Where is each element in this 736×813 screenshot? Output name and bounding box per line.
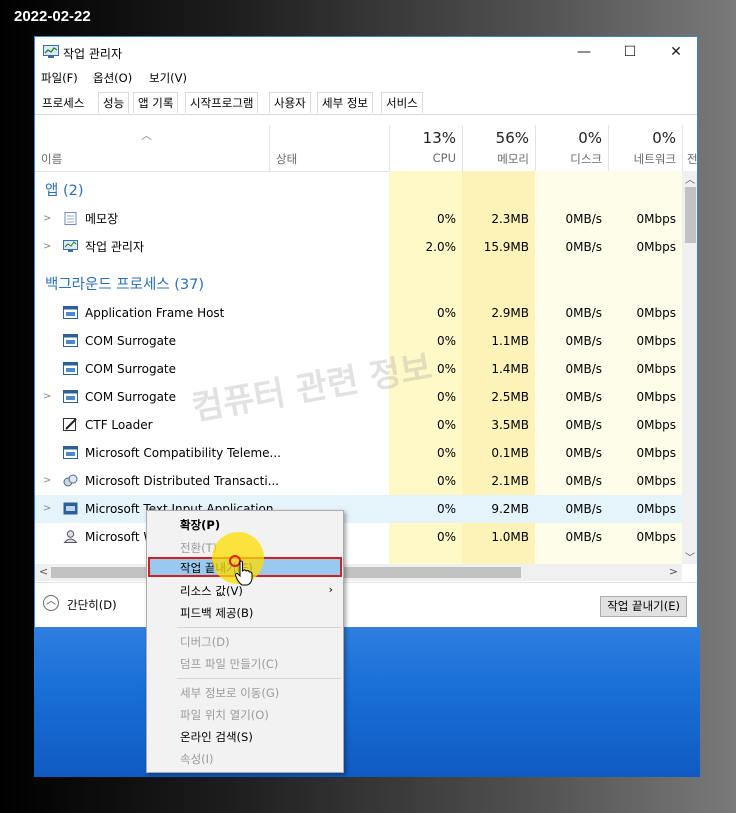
process-row[interactable]: Microsoft Compatibility Teleme... 0% 0.1… — [35, 439, 682, 467]
tab-performance[interactable]: 성능 — [98, 92, 130, 113]
menu-item-feedback[interactable]: 피드백 제공(B) — [180, 605, 253, 621]
text-input-icon — [63, 502, 78, 515]
ctf-loader-icon — [63, 418, 77, 431]
menu-item-search-online[interactable]: 온라인 검색(S) — [180, 729, 253, 745]
vertical-scroll-thumb[interactable] — [685, 187, 696, 243]
process-row[interactable]: > Microsoft Distributed Transacti... 0% … — [35, 467, 682, 495]
app-window-icon — [63, 446, 78, 459]
vertical-scrollbar[interactable]: ︿ ﹀ — [682, 171, 697, 564]
tab-details[interactable]: 세부 정보 — [317, 92, 373, 113]
expand-chevron-icon[interactable]: > — [43, 233, 51, 261]
task-manager-icon — [63, 240, 78, 252]
group-apps[interactable]: 앱 (2) — [45, 177, 84, 205]
app-window-icon — [63, 390, 78, 403]
process-row[interactable]: CTF Loader 0% 3.5MB 0MB/s 0Mbps — [35, 411, 682, 439]
col-network[interactable]: 0% 네트워크 — [608, 125, 682, 171]
process-row[interactable]: Microsoft W 0% 1.0MB 0MB/s 0Mbps — [35, 523, 682, 551]
process-row[interactable]: > COM Surrogate 0% 2.5MB 0MB/s 0Mbps — [35, 383, 682, 411]
scroll-up-icon[interactable]: ︿ — [685, 171, 695, 186]
menu-bar: 파일(F) 옵션(O) 보기(V) — [35, 67, 697, 87]
col-disk[interactable]: 0% 디스크 — [535, 125, 608, 171]
expand-chevron-icon[interactable]: > — [43, 495, 51, 523]
notepad-icon — [64, 212, 77, 225]
footer: ︿ 간단히(D) 작업 끝내기(E) — [35, 582, 697, 627]
menu-options[interactable]: 옵션(O) — [93, 70, 132, 86]
process-row[interactable]: COM Surrogate 0% 1.4MB 0MB/s 0Mbps — [35, 355, 682, 383]
process-row-selected[interactable]: > Microsoft Text Input Application 0% 9.… — [35, 495, 682, 523]
tab-startup[interactable]: 시작프로그램 — [185, 92, 259, 113]
menu-item-debug[interactable]: 디버그(D) — [180, 634, 230, 650]
hand-cursor-icon — [234, 560, 253, 586]
collapse-up-icon[interactable]: ︿ — [43, 595, 59, 611]
date-stamp: 2022-02-22 — [14, 8, 91, 25]
column-header: ︿ 이름 상태 13% CPU 56% 메모리 0% 디스크 0% 네트워크 전 — [35, 125, 697, 172]
col-memory[interactable]: 56% 메모리 — [462, 125, 535, 171]
tab-strip: 프로세스 성능 앱 기록 시작프로그램 사용자 세부 정보 서비스 — [35, 92, 697, 115]
app-window-icon — [63, 334, 78, 347]
menu-item-expand[interactable]: 확장(P) — [180, 517, 220, 533]
user-icon — [63, 530, 78, 543]
col-cut[interactable]: 전 — [682, 125, 697, 171]
distributed-transaction-icon — [63, 474, 78, 487]
menu-item-open-file-location[interactable]: 파일 위치 열기(O) — [180, 707, 269, 723]
process-row[interactable]: COM Surrogate 0% 1.1MB 0MB/s 0Mbps — [35, 327, 682, 355]
expand-chevron-icon[interactable]: > — [43, 467, 51, 495]
process-row[interactable]: Application Frame Host 0% 2.9MB 0MB/s 0M… — [35, 299, 682, 327]
group-background[interactable]: 백그라운드 프로세스 (37) — [45, 271, 204, 299]
expand-chevron-icon[interactable]: > — [43, 205, 51, 233]
tab-app-history[interactable]: 앱 기록 — [133, 92, 179, 113]
tab-processes[interactable]: 프로세스 — [37, 92, 90, 113]
tab-services[interactable]: 서비스 — [381, 92, 423, 113]
app-window-icon — [63, 362, 78, 375]
scroll-right-icon[interactable]: > — [669, 565, 678, 578]
col-status[interactable]: 상태 — [269, 125, 389, 171]
scroll-down-icon[interactable]: ﹀ — [685, 549, 695, 564]
title-bar: 작업 관리자 — ☐ ✕ — [35, 37, 697, 67]
task-manager-icon — [43, 45, 59, 58]
maximize-button[interactable]: ☐ — [607, 37, 653, 67]
submenu-arrow-icon: › — [328, 583, 333, 596]
sort-arrow-icon: ︿ — [141, 129, 152, 142]
scroll-left-icon[interactable]: < — [39, 565, 48, 578]
end-task-button[interactable]: 작업 끝내기(E) — [600, 596, 687, 617]
app-window-icon — [63, 306, 78, 319]
col-name[interactable]: 이름 — [41, 151, 62, 167]
process-list: 앱 (2) > 메모장 0% 2.3MB 0MB/s 0Mbps > 작업 관리… — [35, 171, 682, 566]
process-row[interactable]: > 메모장 0% 2.3MB 0MB/s 0Mbps — [35, 205, 682, 233]
expand-chevron-icon[interactable]: > — [43, 383, 51, 411]
minimize-button[interactable]: — — [561, 37, 607, 67]
menu-file[interactable]: 파일(F) — [41, 70, 78, 86]
menu-view[interactable]: 보기(V) — [149, 70, 187, 86]
close-button[interactable]: ✕ — [653, 37, 697, 67]
desktop-background — [34, 626, 700, 777]
fewer-details-link[interactable]: 간단히(D) — [67, 597, 117, 613]
task-manager-window: 작업 관리자 — ☐ ✕ 파일(F) 옵션(O) 보기(V) 프로세스 성능 앱… — [34, 36, 698, 628]
col-cpu[interactable]: 13% CPU — [389, 125, 462, 171]
window-title: 작업 관리자 — [63, 47, 123, 61]
menu-separator — [177, 678, 341, 679]
tab-users[interactable]: 사용자 — [269, 92, 311, 113]
menu-separator — [177, 627, 341, 628]
process-row[interactable]: > 작업 관리자 2.0% 15.9MB 0MB/s 0Mbps — [35, 233, 682, 261]
menu-item-properties[interactable]: 속성(I) — [180, 751, 214, 767]
horizontal-scrollbar[interactable]: < > — [35, 564, 682, 581]
menu-item-create-dump[interactable]: 덤프 파일 만들기(C) — [180, 656, 278, 672]
menu-item-go-to-details[interactable]: 세부 정보로 이동(G) — [180, 685, 279, 701]
